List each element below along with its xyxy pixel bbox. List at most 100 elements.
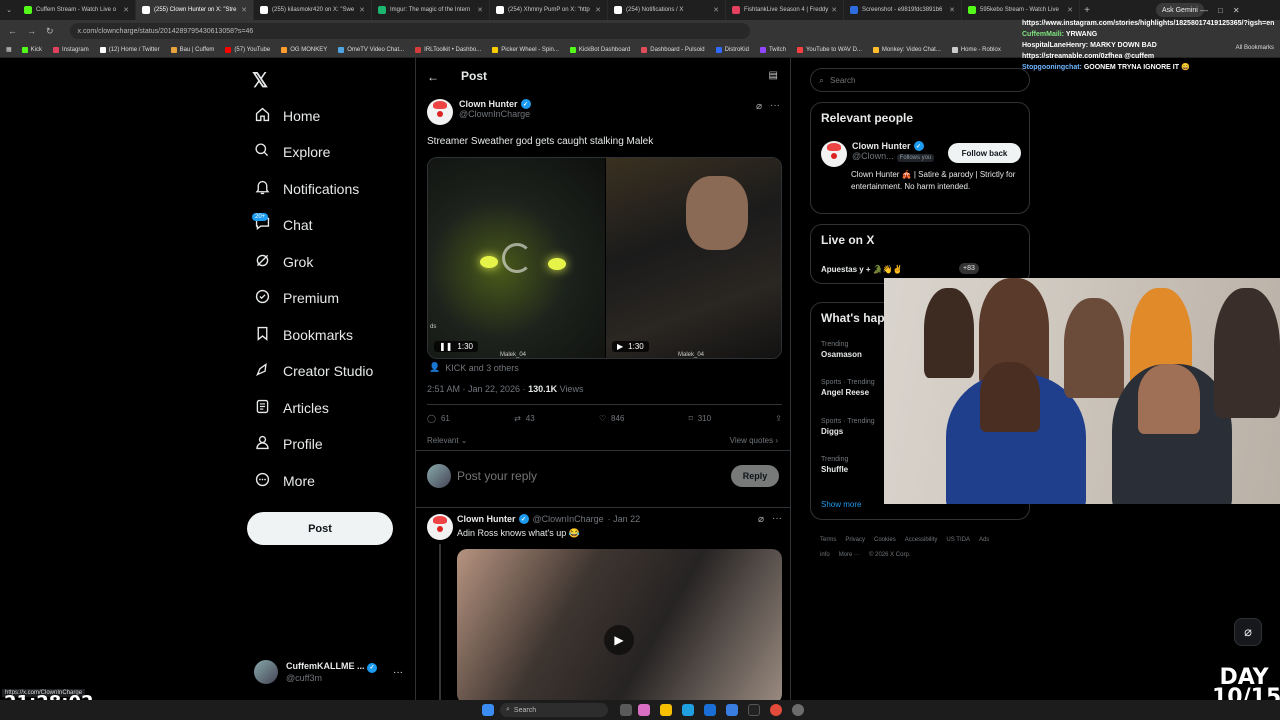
file-explorer-icon[interactable] bbox=[660, 704, 672, 716]
url-field[interactable]: x.com/clowncharge/status/201428979543061… bbox=[69, 23, 750, 39]
browser-tab[interactable]: Cuffem Stream - Watch Live o ✕ bbox=[18, 0, 136, 20]
bookmark-item[interactable]: Home - Roblox bbox=[951, 46, 1001, 53]
bookmark-item[interactable]: (57) YouTube bbox=[225, 46, 270, 53]
bookmark-item[interactable]: Picker Wheel - Spin... bbox=[492, 46, 559, 53]
edge-icon[interactable] bbox=[682, 704, 694, 716]
reply-author-name[interactable]: Clown Hunter ✓ bbox=[457, 514, 529, 524]
more-icon[interactable]: ··· bbox=[772, 513, 782, 524]
bookmark-item[interactable]: Monkey: Video Chat... bbox=[872, 46, 941, 53]
reply-author-handle[interactable]: @ClownInCharge bbox=[533, 514, 604, 524]
live-space-item[interactable]: Apuestas y + 🐊👋✌ bbox=[821, 265, 903, 274]
show-more-link[interactable]: Show more bbox=[821, 500, 861, 509]
tab-close-icon[interactable]: ✕ bbox=[474, 6, 483, 14]
reload-icon[interactable]: ↻ bbox=[46, 26, 54, 37]
nav-item-creator-studio[interactable]: Creator Studio bbox=[254, 361, 373, 381]
grok-floating-button[interactable]: ⌀ bbox=[1234, 618, 1262, 646]
back-arrow-icon[interactable]: ← bbox=[427, 70, 439, 84]
video-thumbnail-2[interactable]: ▶ 1:30 Malek_04 bbox=[606, 158, 781, 358]
reply-video[interactable]: ▶ bbox=[457, 549, 782, 700]
nav-item-premium[interactable]: Premium bbox=[254, 288, 339, 308]
author-avatar[interactable] bbox=[427, 99, 453, 125]
bookmark-item[interactable]: IRLToolkit • Dashbo... bbox=[415, 46, 481, 53]
bookmark-item[interactable]: DistroKid bbox=[715, 46, 749, 53]
tab-close-icon[interactable]: ✕ bbox=[356, 6, 365, 14]
reply-input[interactable] bbox=[457, 469, 697, 483]
footer-link[interactable]: More ··· bbox=[839, 552, 860, 558]
app-icon[interactable] bbox=[748, 704, 760, 716]
bookmark-item[interactable]: YouTube to WAV D... bbox=[796, 46, 862, 53]
nav-item-grok[interactable]: Grok bbox=[254, 252, 313, 272]
bookmark-item[interactable]: OmeTV Video Chat... bbox=[338, 46, 404, 53]
reply-button[interactable]: Reply bbox=[731, 465, 779, 487]
reply-action[interactable]: ◯ 61 bbox=[427, 414, 450, 423]
browser-tab[interactable]: (254) Xhmny PumP on X: "http ✕ bbox=[490, 0, 608, 20]
bookmark-action[interactable]: ⌑ 310 bbox=[689, 414, 711, 423]
bookmark-item[interactable]: Twitch bbox=[759, 46, 786, 53]
apps-icon[interactable]: ▦ bbox=[6, 46, 12, 53]
browser-tab[interactable]: (255) Clown Hunter on X: "Stre ✕ bbox=[136, 0, 254, 20]
tab-close-icon[interactable]: ✕ bbox=[592, 6, 601, 14]
browser-tab[interactable]: (255) kilasmokr420 on X: "Swe ✕ bbox=[254, 0, 372, 20]
person-handle[interactable]: @Clown... Follows you bbox=[852, 151, 935, 162]
bookmark-item[interactable]: Kick bbox=[21, 46, 42, 53]
reply-tweet[interactable]: Clown Hunter ✓ @ClownInCharge · Jan 22 ⌀ … bbox=[427, 513, 782, 700]
browser-tab[interactable]: Screenshot - e9819fdc3891b6 ✕ bbox=[844, 0, 962, 20]
search-input[interactable] bbox=[830, 75, 1011, 85]
video-thumbnail-1[interactable]: ds ❚❚ 1:30 Malek_04 bbox=[428, 158, 605, 358]
task-view-icon[interactable] bbox=[620, 704, 632, 716]
trend-item[interactable]: Sports · Trending Angel Reese bbox=[821, 379, 875, 397]
account-switcher[interactable]: CuffemKALLME ... ✓ @cuff3m ··· bbox=[254, 657, 404, 687]
chrome-icon[interactable] bbox=[770, 704, 782, 716]
view-quotes-link[interactable]: View quotes › bbox=[730, 436, 778, 445]
grok-icon[interactable]: ⌀ bbox=[756, 101, 762, 112]
trend-item[interactable]: Trending Osamason bbox=[821, 341, 862, 359]
tab-search-icon[interactable]: ⌄ bbox=[0, 6, 18, 14]
settings-icon[interactable] bbox=[792, 704, 804, 716]
footer-link[interactable]: Accessibility bbox=[905, 537, 938, 543]
share-action[interactable]: ⇪ bbox=[775, 414, 782, 423]
post-button[interactable]: Post bbox=[247, 512, 393, 545]
bookmark-item[interactable]: KickBot Dashboard bbox=[569, 46, 630, 53]
nav-item-bookmarks[interactable]: Bookmarks bbox=[254, 325, 353, 345]
browser-tab[interactable]: (254) Notifications / X ✕ bbox=[608, 0, 726, 20]
footer-link[interactable]: © 2026 X Corp. bbox=[869, 552, 910, 558]
trend-item[interactable]: Trending Shuffle bbox=[821, 456, 848, 474]
footer-link[interactable]: Terms bbox=[820, 537, 836, 543]
person-avatar[interactable] bbox=[821, 141, 847, 167]
post-author[interactable]: Clown Hunter ✓ @ClownInCharge bbox=[427, 99, 531, 125]
person-row[interactable]: Clown Hunter ✓ @Clown... Follows you bbox=[821, 141, 935, 167]
taskbar-search[interactable]: ⌕ Search bbox=[500, 703, 608, 717]
browser-tab[interactable]: Imgur: The magic of the Intern ✕ bbox=[372, 0, 490, 20]
forward-icon[interactable]: → bbox=[27, 26, 36, 36]
reader-mode-icon[interactable]: ▤ bbox=[769, 70, 778, 81]
person-name[interactable]: Clown Hunter ✓ bbox=[852, 141, 934, 151]
tab-close-icon[interactable]: ✕ bbox=[120, 6, 129, 14]
tab-close-icon[interactable]: ✕ bbox=[238, 6, 247, 14]
reply-date[interactable]: · Jan 22 bbox=[608, 514, 641, 524]
bookmark-item[interactable]: Instagram bbox=[53, 46, 89, 53]
repost-action[interactable]: ⇄ 43 bbox=[514, 414, 535, 423]
copilot-icon[interactable] bbox=[638, 704, 650, 716]
like-action[interactable]: ♡ 846 bbox=[599, 414, 625, 423]
footer-link[interactable]: Cookies bbox=[874, 537, 896, 543]
nav-item-home[interactable]: Home bbox=[254, 106, 320, 126]
author-name[interactable]: Clown Hunter ✓ bbox=[459, 99, 531, 109]
mail-icon[interactable] bbox=[726, 704, 738, 716]
store-icon[interactable] bbox=[704, 704, 716, 716]
post-media[interactable]: ds ❚❚ 1:30 Malek_04 ▶ 1:30 Malek_04 bbox=[427, 157, 782, 359]
footer-link[interactable]: Privacy bbox=[845, 537, 865, 543]
author-handle[interactable]: @ClownInCharge bbox=[459, 109, 531, 119]
bookmark-item[interactable]: Dashboard - Pulsoid bbox=[641, 46, 705, 53]
browser-tab[interactable]: FishtankLive Season 4 | Freddy ✕ bbox=[726, 0, 844, 20]
reply-author-avatar[interactable] bbox=[427, 514, 453, 540]
nav-item-profile[interactable]: Profile bbox=[254, 434, 323, 454]
play-icon[interactable]: ▶ bbox=[604, 625, 634, 655]
nav-item-articles[interactable]: Articles bbox=[254, 398, 329, 418]
back-icon[interactable]: ← bbox=[8, 26, 17, 36]
tab-close-icon[interactable]: ✕ bbox=[710, 6, 719, 14]
bookmark-item[interactable]: (12) Home / Twitter bbox=[99, 46, 160, 53]
bookmark-item[interactable]: OG MONKEY bbox=[281, 46, 327, 53]
post-timestamp[interactable]: 2:51 AM · Jan 22, 2026 · 130.1K Views bbox=[427, 384, 583, 394]
tab-close-icon[interactable]: ✕ bbox=[828, 6, 837, 14]
nav-item-notifications[interactable]: Notifications bbox=[254, 179, 359, 199]
